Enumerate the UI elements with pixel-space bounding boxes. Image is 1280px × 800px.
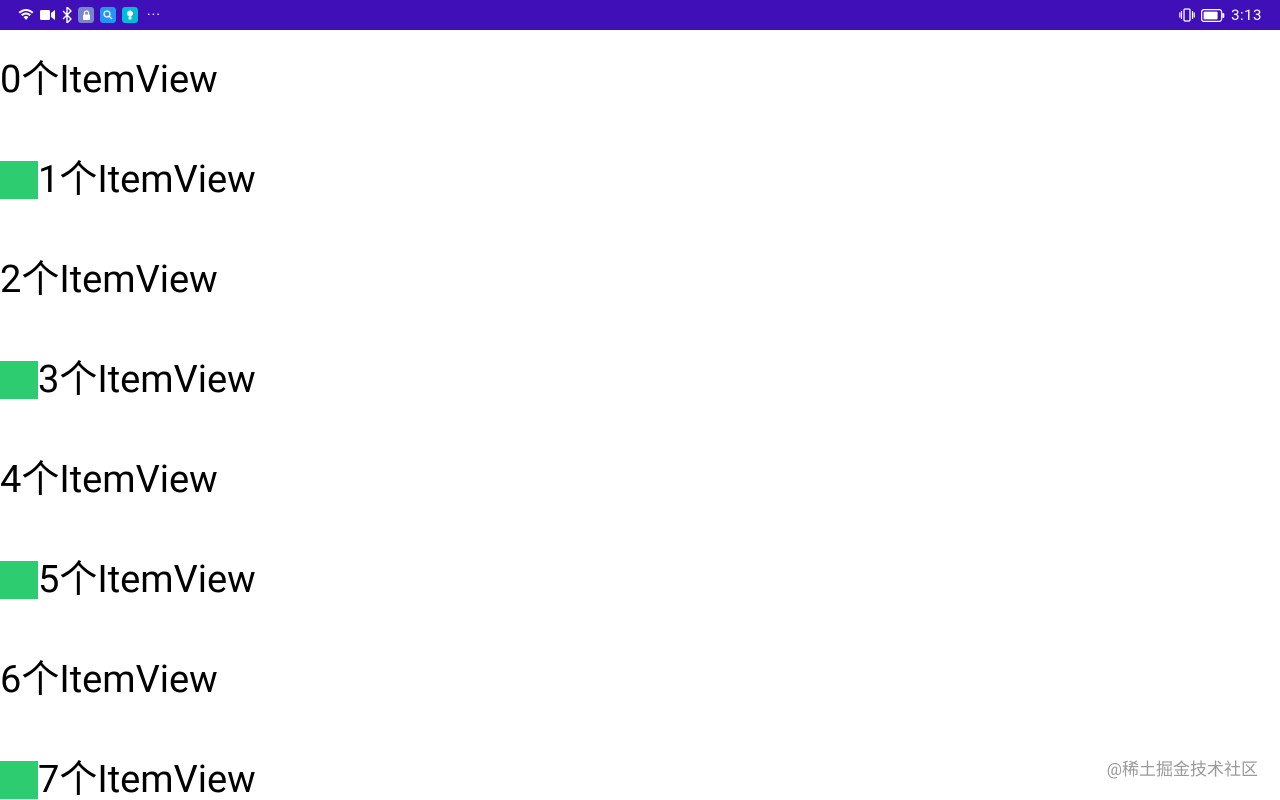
status-left: ··· <box>18 7 161 23</box>
item-label: 3个ItemView <box>38 361 256 399</box>
item-marker-icon <box>0 561 38 599</box>
list-item[interactable]: 0个ItemView <box>0 30 1280 130</box>
list-container[interactable]: 0个ItemView 1个ItemView 2个ItemView 3个ItemView… <box>0 30 1280 800</box>
list-item[interactable]: 5个ItemView <box>0 530 1280 630</box>
list-item[interactable]: 1个ItemView <box>0 130 1280 230</box>
battery-icon <box>1201 9 1225 22</box>
item-label: 1个ItemView <box>38 161 256 199</box>
item-label: 6个ItemView <box>0 661 218 699</box>
list-item[interactable]: 3个ItemView <box>0 330 1280 430</box>
item-marker-icon <box>0 161 38 199</box>
vibrate-icon <box>1179 8 1195 22</box>
item-label: 2个ItemView <box>0 261 218 299</box>
watermark: @稀土掘金技术社区 <box>1107 755 1258 780</box>
list-item[interactable]: 6个ItemView <box>0 630 1280 730</box>
item-marker-icon <box>0 761 38 799</box>
item-label: 4个ItemView <box>0 461 218 499</box>
status-time: 3:13 <box>1231 6 1262 24</box>
item-marker-icon <box>0 361 38 399</box>
video-icon <box>40 9 56 21</box>
status-bar: ··· 3:13 <box>0 0 1280 30</box>
more-icon: ··· <box>147 8 161 22</box>
status-right: 3:13 <box>1179 6 1262 24</box>
lock-icon <box>78 7 94 23</box>
bulb-icon <box>122 7 138 23</box>
list-item[interactable]: 2个ItemView <box>0 230 1280 330</box>
wifi-icon <box>18 8 34 22</box>
list-item[interactable]: 4个ItemView <box>0 430 1280 530</box>
search-icon <box>100 7 116 23</box>
item-label: 5个ItemView <box>38 561 256 599</box>
bluetooth-icon <box>62 7 72 23</box>
item-label: 7个ItemView <box>38 761 256 799</box>
list-item[interactable]: 7个ItemView <box>0 730 1280 800</box>
item-label: 0个ItemView <box>0 61 218 99</box>
